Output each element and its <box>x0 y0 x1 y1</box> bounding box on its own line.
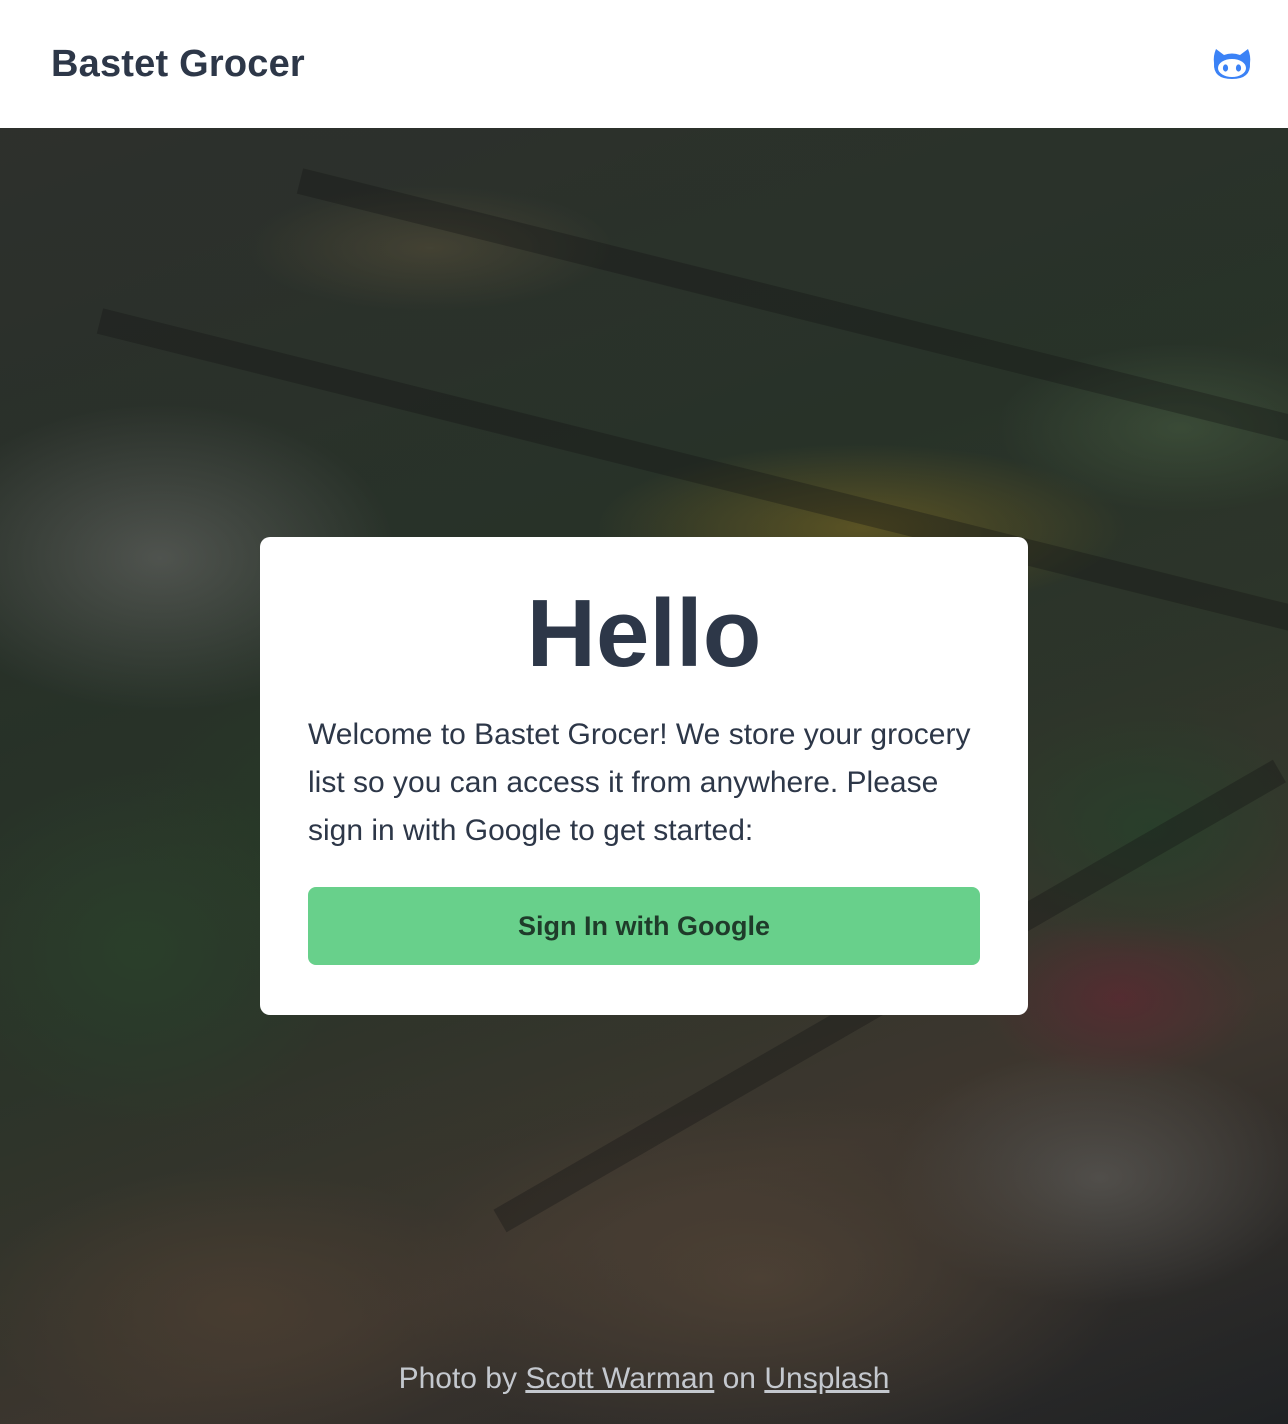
welcome-message: Welcome to Bastet Grocer! We store your … <box>308 718 971 847</box>
brand-title[interactable]: Bastet Grocer <box>51 43 305 86</box>
github-link[interactable] <box>1212 47 1252 81</box>
welcome-heading: Hello <box>526 580 762 687</box>
credit-middle: on <box>722 1362 756 1395</box>
welcome-card: Hello Welcome to Bastet Grocer! We store… <box>260 537 1028 1015</box>
unsplash-link[interactable]: Unsplash <box>764 1362 889 1395</box>
google-sign-in-button[interactable]: Sign In with Google <box>308 887 980 965</box>
credit-prefix: Photo by <box>398 1362 517 1395</box>
app-header: Bastet Grocer <box>0 0 1288 128</box>
github-octocat-icon <box>1213 49 1251 79</box>
author-link[interactable]: Scott Warman <box>525 1362 714 1395</box>
photo-credit: Photo by Scott Warman on Unsplash <box>0 1362 1288 1396</box>
